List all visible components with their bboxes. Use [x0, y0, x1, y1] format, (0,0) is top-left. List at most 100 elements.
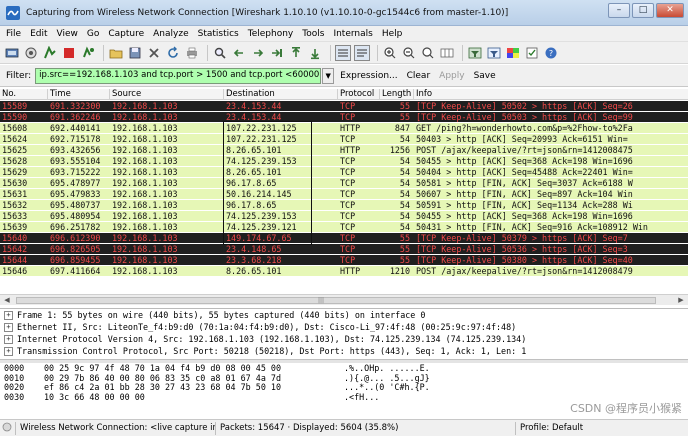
packet-cell-info: 50455 > http [ACK] Seq=368 Ack=198 Win=1…	[416, 156, 633, 166]
column-header-protocol[interactable]: Protocol	[338, 89, 380, 100]
find-packet-icon[interactable]	[212, 45, 228, 61]
packet-cell-time: 693.715222	[50, 167, 101, 177]
packet-row[interactable]: 15630 695.478977 192.168.1.103 96.17.8.65 TC…	[0, 178, 688, 188]
menu-telephony[interactable]: Telephony	[248, 29, 294, 39]
zoom-in-icon[interactable]	[382, 45, 398, 61]
first-packet-icon[interactable]	[288, 45, 304, 61]
packet-row[interactable]: 15633 695.480954 192.168.1.103 74.125.239.1…	[0, 211, 688, 221]
last-packet-icon[interactable]	[307, 45, 323, 61]
packet-row[interactable]: 15632 695.480737 192.168.1.103 96.17.8.65 TC…	[0, 200, 688, 210]
menu-view[interactable]: View	[57, 29, 78, 39]
filter-dropdown-arrow-icon[interactable]: ▼	[322, 67, 335, 84]
apply-button[interactable]: Apply	[439, 71, 464, 81]
packet-row[interactable]: 15590 691.362246 192.168.1.103 23.4.153.44 T…	[0, 112, 688, 122]
packet-cell-no: 15646	[2, 266, 28, 276]
open-file-icon[interactable]	[108, 45, 124, 61]
packet-cell-proto: TCP	[340, 178, 356, 188]
go-forward-icon[interactable]	[250, 45, 266, 61]
capture-options-icon[interactable]	[23, 45, 39, 61]
packet-row[interactable]: 15608 692.440141 192.168.1.103 107.22.231.1…	[0, 123, 688, 133]
packet-row[interactable]: 15629 693.715222 192.168.1.103 8.26.65.101 T…	[0, 167, 688, 177]
status-profile[interactable]: Profile: Default	[516, 422, 688, 435]
packet-row[interactable]: 15642 696.826505 192.168.1.103 23.4.148.65 T…	[0, 244, 688, 254]
go-back-icon[interactable]	[231, 45, 247, 61]
packet-row[interactable]: 15640 696.612390 192.168.1.103 149.174.67.6…	[0, 233, 688, 243]
close-file-icon[interactable]	[146, 45, 162, 61]
scroll-right-arrow-icon[interactable]: ▶	[676, 296, 686, 305]
packet-cell-no: 15630	[2, 178, 28, 188]
menu-analyze[interactable]: Analyze	[153, 29, 188, 39]
detail-row-ethernet[interactable]: + Ethernet II, Src: LiteonTe_f4:b9:d0 (70…	[0, 321, 688, 333]
preferences-icon[interactable]	[524, 45, 540, 61]
reload-icon[interactable]	[165, 45, 181, 61]
column-header-length[interactable]: Length	[380, 89, 414, 100]
packet-cell-src: 192.168.1.103	[112, 244, 178, 254]
zoom-normal-icon[interactable]	[420, 45, 436, 61]
start-capture-icon[interactable]	[42, 45, 58, 61]
toolbar-separator	[330, 44, 331, 61]
packet-row[interactable]: 15589 691.332300 192.168.1.103 23.4.153.44 T…	[0, 101, 688, 111]
capture-filters-icon[interactable]	[467, 45, 483, 61]
packet-row[interactable]: 15625 693.432656 192.168.1.103 8.26.65.101 H…	[0, 145, 688, 155]
detail-row-ip[interactable]: + Internet Protocol Version 4, Src: 192.1…	[0, 333, 688, 345]
packet-row[interactable]: 15644 696.859455 192.168.1.103 23.3.68.218 T…	[0, 255, 688, 265]
packet-cell-info: [TCP Keep-Alive] 50536 > https [ACK] Seq…	[416, 244, 628, 254]
column-header-destination[interactable]: Destination	[224, 89, 338, 100]
expert-info-icon[interactable]	[0, 421, 16, 435]
maximize-button[interactable]: □	[632, 3, 654, 18]
display-filters-icon[interactable]	[486, 45, 502, 61]
interfaces-icon[interactable]	[4, 45, 20, 61]
menu-tools[interactable]: Tools	[302, 29, 324, 39]
scrollbar-thumb[interactable]	[16, 297, 656, 304]
packet-row[interactable]: 15628 693.555104 192.168.1.103 74.125.239.1…	[0, 156, 688, 166]
coloring-rules-icon[interactable]	[505, 45, 521, 61]
zoom-out-icon[interactable]	[401, 45, 417, 61]
packet-cell-src: 192.168.1.103	[112, 255, 178, 265]
packet-list-horizontal-scrollbar[interactable]: ◀ ||| ▶	[0, 294, 688, 305]
expand-icon[interactable]: +	[4, 311, 13, 320]
menu-capture[interactable]: Capture	[108, 29, 144, 39]
expand-icon[interactable]: +	[4, 323, 13, 332]
packet-list[interactable]: 15589 691.332300 192.168.1.103 23.4.153.44 T…	[0, 101, 688, 292]
expand-icon[interactable]: +	[4, 347, 13, 356]
restart-capture-icon[interactable]	[80, 45, 96, 61]
menu-file[interactable]: File	[6, 29, 21, 39]
packet-list-view-icon[interactable]	[335, 44, 351, 61]
scroll-left-arrow-icon[interactable]: ◀	[2, 296, 12, 305]
packet-list-header: No. Time Source Destination Protocol Len…	[0, 89, 688, 100]
column-header-time[interactable]: Time	[48, 89, 110, 100]
expression-button[interactable]: Expression...	[340, 71, 397, 81]
auto-scroll-icon[interactable]	[354, 44, 370, 61]
save-filter-button[interactable]: Save	[474, 71, 496, 81]
clear-button[interactable]: Clear	[407, 71, 431, 81]
menu-help[interactable]: Help	[382, 29, 403, 39]
packet-row[interactable]: 15631 695.479833 192.168.1.103 50.16.214.14…	[0, 189, 688, 199]
close-button[interactable]: ✕	[656, 3, 684, 18]
print-icon[interactable]	[184, 45, 200, 61]
packet-row[interactable]: 15639 696.251782 192.168.1.103 74.125.239.1…	[0, 222, 688, 232]
minimize-button[interactable]: –	[608, 3, 630, 18]
column-header-info[interactable]: Info	[414, 89, 688, 100]
expand-icon[interactable]: +	[4, 335, 13, 344]
menu-statistics[interactable]: Statistics	[198, 29, 239, 39]
detail-row-frame[interactable]: + Frame 1: 55 bytes on wire (440 bits), 5…	[0, 309, 688, 321]
stop-capture-icon[interactable]	[61, 45, 77, 61]
column-header-no[interactable]: No.	[0, 89, 48, 100]
save-file-icon[interactable]	[127, 45, 143, 61]
packet-cell-time: 691.362246	[50, 112, 101, 122]
menu-internals[interactable]: Internals	[333, 29, 372, 39]
column-header-source[interactable]: Source	[110, 89, 224, 100]
menu-go[interactable]: Go	[87, 29, 99, 39]
go-to-packet-icon[interactable]	[269, 45, 285, 61]
detail-row-tcp[interactable]: + Transmission Control Protocol, Src Port…	[0, 345, 688, 357]
packet-cell-dst: 23.4.148.65	[226, 244, 282, 254]
packet-cell-len: 55	[399, 255, 410, 265]
packet-row[interactable]: 15624 692.715178 192.168.1.103 107.22.231.1…	[0, 134, 688, 144]
resize-columns-icon[interactable]	[439, 45, 455, 61]
menu-edit[interactable]: Edit	[30, 29, 47, 39]
packet-row[interactable]: 15646 697.411664 192.168.1.103 8.26.65.101 H…	[0, 266, 688, 276]
detail-text: Frame 1: 55 bytes on wire (440 bits), 55…	[17, 310, 426, 320]
window-controls: – □ ✕	[606, 3, 684, 18]
help-icon[interactable]: ?	[543, 45, 559, 61]
display-filter-input[interactable]: ip.src==192.168.1.103 and tcp.port > 150…	[35, 67, 322, 84]
